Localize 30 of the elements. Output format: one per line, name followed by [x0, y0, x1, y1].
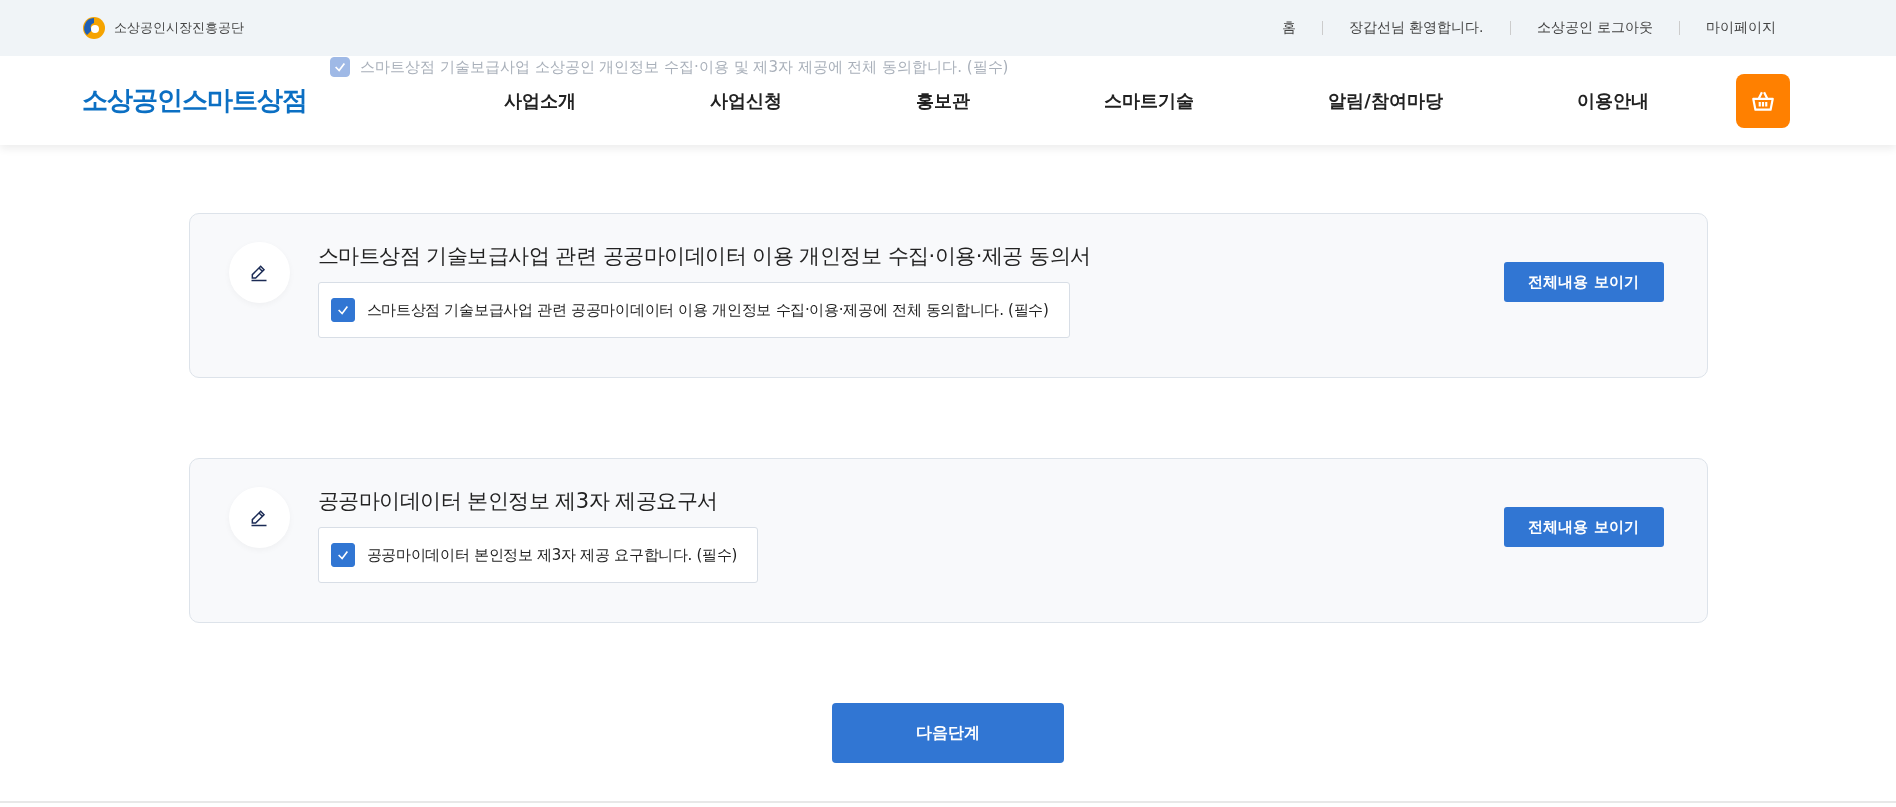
nav-item[interactable]: 사업소개 [504, 88, 577, 113]
check-icon [335, 303, 350, 317]
checkbox-label: 스마트상점 기술보급사업 관련 공공마이데이터 이용 개인정보 수집·이용·제공에 전체 동의합니다. (필수) [366, 300, 1049, 320]
nav-item[interactable]: 알림/참여마당 [1328, 88, 1443, 113]
nav-item[interactable]: 이용안내 [1576, 88, 1649, 113]
nav-item[interactable]: 홍보관 [916, 88, 971, 113]
next-step-button[interactable]: 다음단계 [832, 703, 1064, 763]
checkbox[interactable] [330, 298, 355, 322]
agreement-title: 스마트상점 기술보급사업 관련 공공마이데이터 이용 개인정보 수집·이용·제공 동의서 [317, 243, 1091, 270]
view-full-button[interactable]: 전체내용 보이기 [1503, 262, 1664, 302]
check-icon [333, 60, 347, 74]
agreement-checkbox-row[interactable]: 공공마이데이터 본인정보 제3자 제공 요구합니다. (필수) [317, 527, 759, 583]
agreement-title: 공공마이데이터 본인정보 제3자 제공요구서 [317, 488, 718, 515]
checkbox[interactable] [330, 57, 350, 77]
checkbox-label: 공공마이데이터 본인정보 제3자 제공 요구합니다. (필수) [366, 545, 738, 565]
top-link[interactable]: 소상공인 로그아웃 [1510, 19, 1679, 37]
check-icon [335, 548, 350, 562]
nav-item[interactable]: 스마트기술 [1104, 88, 1195, 113]
nav-item[interactable]: 사업신청 [710, 88, 783, 113]
cart-button[interactable] [1736, 73, 1790, 128]
checkbox[interactable] [330, 543, 355, 567]
org-name: 소상공인시장진흥공단 [114, 19, 244, 37]
agreement-checkbox-row[interactable]: 스마트상점 기술보급사업 관련 공공마이데이터 이용 개인정보 수집·이용·제공에 전체 동의합니다. (필수) [317, 282, 1070, 338]
top-link[interactable]: 마이페이지 [1680, 19, 1802, 37]
agreement-label: 스마트상점 기술보급사업 소상공인 개인정보 수집·이용 및 제3자 제공에 전체 동의합니다. (필수) [360, 57, 1009, 77]
top-link[interactable]: 장갑선님 환영합니다. [1322, 19, 1510, 37]
logo-icon [82, 16, 106, 40]
brand-logo[interactable]: 소상공인스마트상점 [82, 83, 307, 118]
view-full-button[interactable]: 전체내용 보이기 [1503, 507, 1664, 547]
top-link[interactable]: 홈 [1255, 19, 1322, 37]
